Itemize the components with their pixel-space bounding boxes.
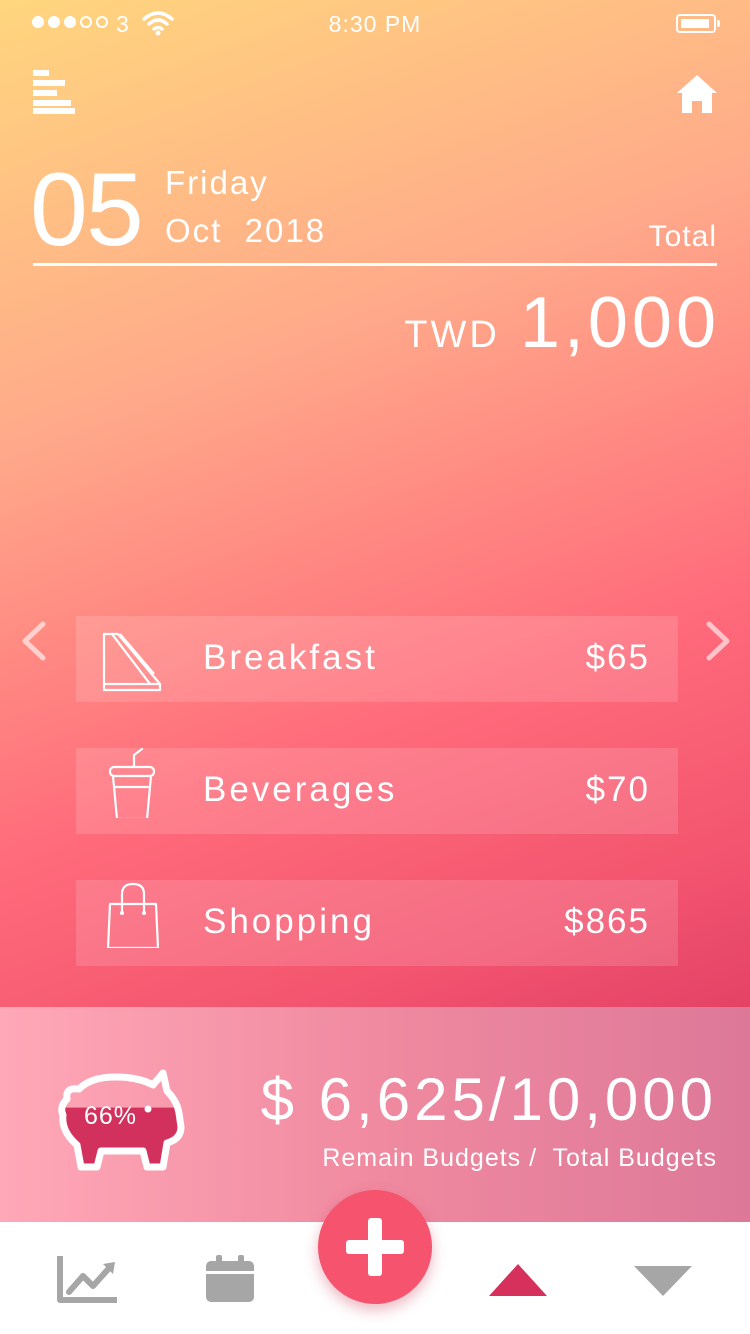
arrow-down-icon[interactable] (632, 1264, 694, 1298)
category-label: Breakfast (203, 638, 378, 677)
category-item-shopping[interactable]: Shopping $865 (76, 880, 678, 966)
category-item-beverages[interactable]: Beverages $70 (76, 747, 678, 834)
header-divider (33, 263, 717, 266)
drink-cup-icon (108, 747, 156, 818)
add-icon-vertical (368, 1218, 382, 1276)
home-icon[interactable] (675, 73, 719, 115)
app-screen: 3 8:30 PM 05 Friday Oct 2018 Total TWD 1… (0, 0, 750, 1334)
category-label: Shopping (203, 902, 375, 941)
category-label: Beverages (203, 770, 398, 809)
arrow-up-icon[interactable] (487, 1262, 549, 1298)
category-item-breakfast[interactable]: Breakfast $65 (76, 616, 678, 702)
budget-amount: $ 6,625/10,000 (260, 1066, 717, 1133)
chevron-left-icon[interactable] (19, 620, 49, 662)
day-number: 05 (30, 152, 144, 268)
add-button[interactable] (318, 1190, 432, 1304)
category-amount: $865 (564, 902, 650, 941)
total-amount: TWD 1,000 (404, 282, 720, 364)
weekday-label: Friday (165, 164, 269, 201)
budget-percent: 66% (84, 1102, 138, 1130)
sandwich-icon (102, 632, 162, 692)
total-label: Total (648, 220, 717, 253)
total-currency: TWD (404, 314, 500, 356)
battery-icon (676, 14, 720, 33)
calendar-icon[interactable] (205, 1255, 255, 1303)
chart-icon[interactable] (57, 1254, 119, 1304)
category-amount: $70 (585, 770, 650, 809)
chevron-right-icon[interactable] (703, 620, 733, 662)
budget-caption: Remain Budgets / Total Budgets (322, 1144, 717, 1172)
menu-icon[interactable] (33, 70, 77, 114)
shopping-bag-icon (106, 882, 160, 948)
total-value: 1,000 (519, 283, 720, 363)
category-amount: $65 (585, 638, 650, 677)
status-bar: 3 8:30 PM (0, 0, 750, 48)
month-year-label: Oct 2018 (165, 212, 327, 249)
status-time: 8:30 PM (328, 11, 422, 37)
